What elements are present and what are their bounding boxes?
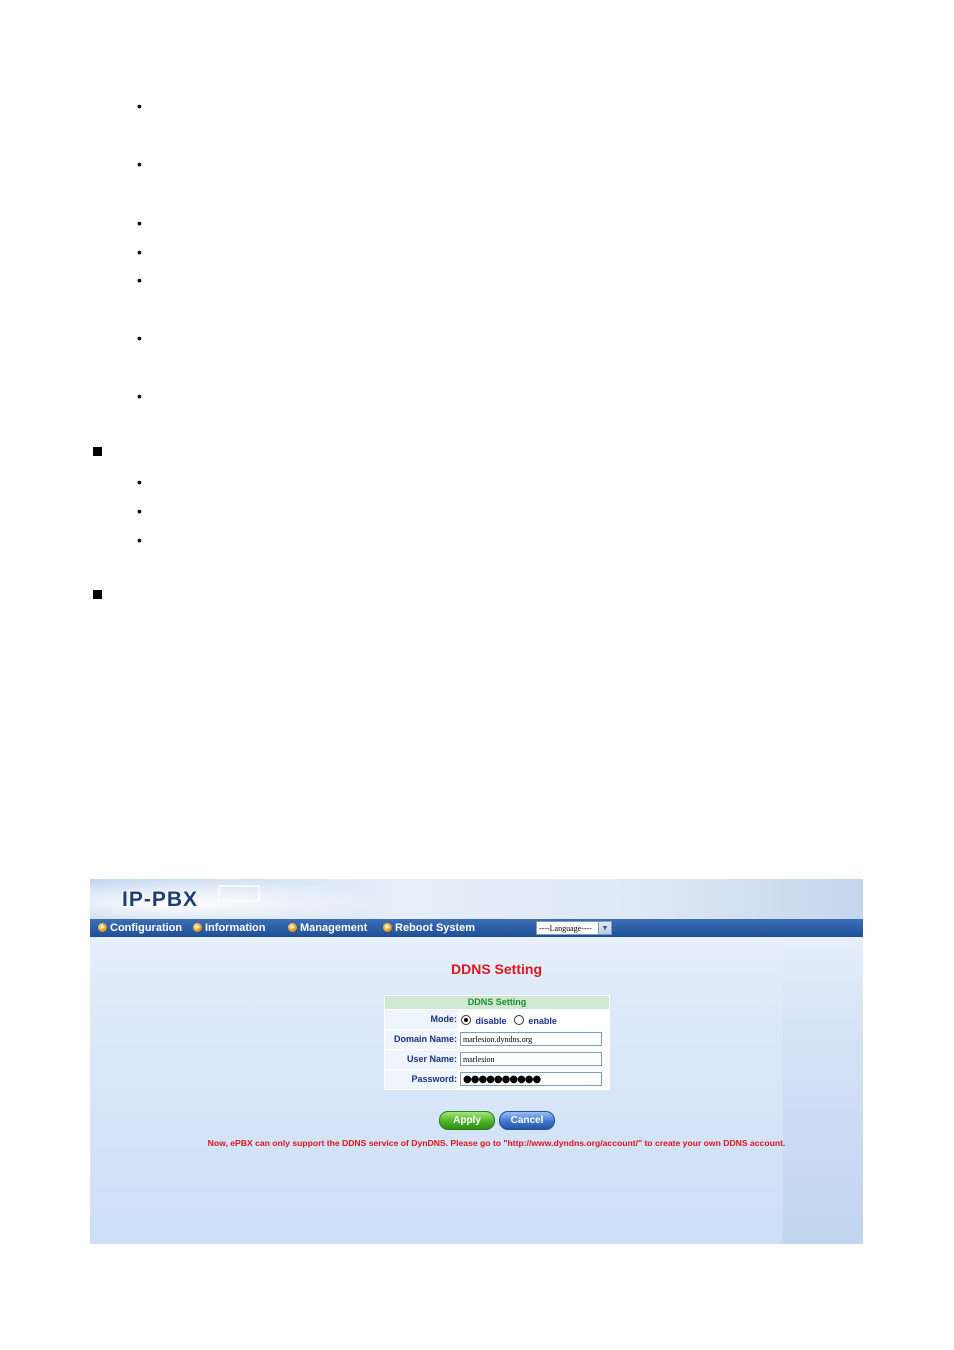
nav-management[interactable]: Management xyxy=(288,920,367,936)
nav-label: Reboot System xyxy=(395,922,476,934)
domain-row: Domain Name: marlesion.dyndns.org xyxy=(385,1030,609,1050)
arrow-bullet-icon xyxy=(288,923,297,932)
password-row: Password: ●●●●●●●●●● xyxy=(385,1070,609,1089)
user-label: User Name: xyxy=(385,1050,458,1069)
banner-decoration xyxy=(218,885,260,902)
domain-label: Domain Name: xyxy=(385,1030,458,1049)
radio-disable[interactable] xyxy=(461,1015,471,1025)
ddns-notice: Now, ePBX can only support the DDNS serv… xyxy=(207,1138,786,1148)
arrow-bullet-icon xyxy=(383,923,392,932)
mode-options: disable enable xyxy=(459,1010,609,1029)
bullet-marker: • xyxy=(137,503,142,519)
radio-disable-label[interactable]: disable xyxy=(475,1016,506,1026)
nav-label: Management xyxy=(300,922,368,934)
language-select[interactable]: ----Language---- ▼ xyxy=(536,921,612,935)
nav-configuration[interactable]: Configuration xyxy=(98,920,182,936)
nav-information[interactable]: Information xyxy=(193,920,266,936)
nav-label: Information xyxy=(205,922,266,934)
arrow-bullet-icon xyxy=(98,923,107,932)
mode-row: Mode: disable enable xyxy=(385,1010,609,1030)
header-banner: IP-PBX xyxy=(90,879,863,919)
bullet-marker: • xyxy=(137,330,142,346)
bullet-marker: • xyxy=(137,272,142,288)
bullet-marker: • xyxy=(137,474,142,490)
chevron-down-icon[interactable]: ▼ xyxy=(598,922,611,934)
section-marker xyxy=(93,447,102,456)
password-label: Password: xyxy=(385,1070,458,1089)
password-field[interactable]: ●●●●●●●●●● xyxy=(460,1072,602,1086)
bullet-marker: • xyxy=(137,98,142,114)
ddns-screenshot: IP-PBX Configuration Information Managem… xyxy=(90,879,863,1244)
section-marker xyxy=(93,590,102,599)
domain-name-field[interactable]: marlesion.dyndns.org xyxy=(460,1032,602,1046)
bullet-marker: • xyxy=(137,244,142,260)
radio-enable[interactable] xyxy=(513,1015,524,1025)
user-name-field[interactable]: marlesion xyxy=(460,1052,602,1066)
app-logo: IP-PBX xyxy=(122,888,199,911)
bullet-marker: • xyxy=(137,388,142,404)
radio-enable-label[interactable]: enable xyxy=(528,1016,557,1026)
bullet-marker: • xyxy=(137,156,142,172)
user-cell: marlesion xyxy=(459,1050,609,1069)
nav-label: Configuration xyxy=(110,922,183,934)
nav-reboot-system[interactable]: Reboot System xyxy=(383,920,475,936)
bullet-marker: • xyxy=(137,532,142,548)
password-cell: ●●●●●●●●●● xyxy=(459,1070,609,1089)
background-decoration xyxy=(783,937,863,1244)
arrow-bullet-icon xyxy=(193,923,202,932)
main-nav: Configuration Information Management Reb… xyxy=(90,919,863,937)
apply-button[interactable]: Apply xyxy=(439,1111,495,1130)
bullet-marker: • xyxy=(137,215,142,231)
form-header: DDNS Setting xyxy=(385,996,609,1010)
domain-cell: marlesion.dyndns.org xyxy=(459,1030,609,1049)
language-select-value: ----Language---- xyxy=(539,924,592,933)
page-title: DDNS Setting xyxy=(451,961,542,977)
mode-label: Mode: xyxy=(385,1010,458,1029)
user-row: User Name: marlesion xyxy=(385,1050,609,1070)
cancel-button[interactable]: Cancel xyxy=(499,1111,555,1130)
ddns-form: DDNS Setting Mode: disable enable Domain… xyxy=(384,995,610,1090)
